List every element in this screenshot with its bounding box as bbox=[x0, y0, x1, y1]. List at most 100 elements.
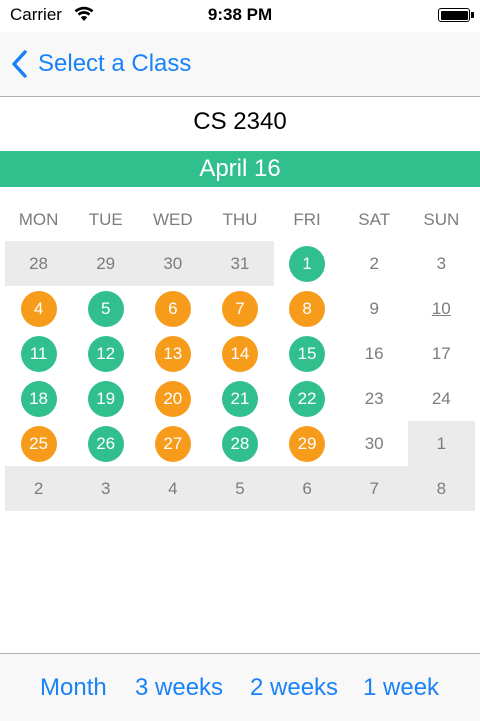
calendar-day-number: 27 bbox=[154, 425, 191, 462]
calendar-day-cell[interactable]: 18 bbox=[5, 376, 72, 421]
calendar-day-cell[interactable]: 3 bbox=[408, 241, 475, 286]
calendar-day-cell[interactable]: 13 bbox=[139, 331, 206, 376]
calendar-day-number: 5 bbox=[87, 290, 124, 327]
calendar-day-cell[interactable]: 31 bbox=[206, 241, 274, 286]
calendar-day-number: 4 bbox=[20, 290, 57, 327]
status-time: 9:38 PM bbox=[207, 5, 273, 24]
calendar-day-cell[interactable]: 28 bbox=[206, 421, 273, 466]
calendar-day-number: 9 bbox=[369, 298, 379, 318]
calendar-day-cell[interactable]: 16 bbox=[341, 331, 408, 376]
calendar-day-cell[interactable]: 23 bbox=[341, 376, 408, 421]
calendar-day-cell[interactable]: 28 bbox=[5, 241, 73, 286]
calendar-day-cell[interactable]: 5 bbox=[206, 466, 274, 511]
weekday-label: TUE bbox=[88, 210, 123, 229]
back-button-label: Select a Class bbox=[38, 50, 192, 77]
calendar-day-number: 2 bbox=[33, 478, 44, 498]
calendar-day-cell[interactable]: 15 bbox=[274, 331, 341, 376]
calendar-day-number: 2 bbox=[369, 253, 379, 273]
calendar-day-number: 3 bbox=[100, 478, 111, 498]
calendar-day-cell[interactable]: 6 bbox=[273, 466, 341, 511]
bottom-toolbar: Month 3 weeks 2 weeks 1 week bbox=[0, 653, 480, 721]
calendar-day-number: 23 bbox=[364, 388, 384, 408]
calendar-day-cell[interactable]: 12 bbox=[72, 331, 139, 376]
calendar-day-cell[interactable]: 7 bbox=[206, 286, 273, 331]
calendar-day-cell[interactable]: 19 bbox=[72, 376, 139, 421]
calendar-day-cell[interactable]: 20 bbox=[139, 376, 206, 421]
calendar-day-number: 28 bbox=[29, 253, 49, 273]
calendar-day-cell[interactable]: 1 bbox=[274, 241, 341, 286]
calendar-day-number: 30 bbox=[364, 433, 384, 453]
calendar-day-cell[interactable]: 29 bbox=[72, 241, 140, 286]
calendar-day-number: 8 bbox=[289, 290, 326, 327]
weekday-label: FRI bbox=[293, 210, 321, 229]
calendar-day-number: 7 bbox=[221, 290, 258, 327]
calendar-day-cell[interactable]: 21 bbox=[206, 376, 273, 421]
calendar-day-cell[interactable]: 9 bbox=[341, 286, 408, 331]
month-view-button[interactable]: Month bbox=[40, 674, 107, 702]
calendar-day-cell[interactable]: 1 bbox=[407, 421, 475, 466]
calendar-day-cell[interactable]: 30 bbox=[341, 421, 408, 466]
calendar-day-number: 19 bbox=[87, 380, 124, 417]
calendar-day-cell[interactable]: 3 bbox=[72, 466, 140, 511]
calendar-day-cell[interactable]: 6 bbox=[139, 286, 206, 331]
calendar-week-row: 2 3 4 5 6 7 8 bbox=[5, 466, 475, 511]
calendar-day-cell[interactable]: 2 bbox=[341, 241, 408, 286]
calendar-day-cell[interactable]: 27 bbox=[139, 421, 206, 466]
calendar-day-cell[interactable]: 2 bbox=[5, 466, 73, 511]
calendar-day-cell[interactable]: 14 bbox=[206, 331, 273, 376]
three-weeks-view-button[interactable]: 3 weeks bbox=[135, 674, 223, 702]
calendar-week-row: 18 19 20 21 22 23 24 bbox=[5, 376, 475, 421]
calendar-day-number: 11 bbox=[20, 335, 57, 372]
calendar-day-number: 20 bbox=[154, 380, 191, 417]
one-week-view-button[interactable]: 1 week bbox=[363, 674, 439, 702]
calendar-day-number: 10 bbox=[431, 298, 451, 318]
calendar-day-cell[interactable]: 8 bbox=[407, 466, 475, 511]
calendar-day-number: 21 bbox=[221, 380, 258, 417]
calendar-day-number: 13 bbox=[154, 335, 191, 372]
navigation-bar: Select a Class bbox=[0, 32, 480, 97]
calendar-day-cell[interactable]: 17 bbox=[408, 331, 475, 376]
calendar-day-cell[interactable]: 24 bbox=[408, 376, 475, 421]
calendar-day-number: 24 bbox=[431, 388, 451, 408]
calendar-day-cell[interactable]: 25 bbox=[5, 421, 72, 466]
weekday-label: MON bbox=[18, 210, 59, 229]
calendar-day-number: 31 bbox=[230, 253, 250, 273]
calendar-day-cell[interactable]: 29 bbox=[274, 421, 341, 466]
calendar-day-number: 15 bbox=[289, 335, 326, 372]
calendar-week-row: 11 12 13 14 15 16 17 bbox=[5, 331, 475, 376]
calendar-day-number: 1 bbox=[436, 433, 447, 453]
calendar-day-number: 8 bbox=[436, 478, 447, 498]
calendar-day-number: 4 bbox=[168, 478, 178, 498]
calendar-day-number: 29 bbox=[289, 425, 326, 462]
status-bar: Carrier 9:38 PM bbox=[0, 0, 480, 32]
calendar-day-cell[interactable]: 10 bbox=[408, 286, 475, 331]
weekday-header: MON TUE WED THU FRI SAT SUN bbox=[5, 210, 475, 230]
calendar-day-cell[interactable]: 30 bbox=[139, 241, 207, 286]
weekday-label: SAT bbox=[358, 210, 391, 229]
battery-tip bbox=[471, 12, 474, 18]
weekday-label: WED bbox=[152, 210, 193, 229]
chevron-left-icon bbox=[12, 50, 27, 78]
calendar-day-cell[interactable]: 26 bbox=[72, 421, 139, 466]
calendar-day-number: 6 bbox=[154, 290, 191, 327]
calendar-day-number: 30 bbox=[163, 253, 183, 273]
calendar-day-cell[interactable]: 22 bbox=[274, 376, 341, 421]
calendar-day-number: 25 bbox=[20, 425, 57, 462]
class-title: CS 2340 bbox=[193, 108, 287, 135]
calendar-day-cell[interactable]: 5 bbox=[72, 286, 139, 331]
calendar-day-cell[interactable]: 8 bbox=[274, 286, 341, 331]
calendar-day-number: 16 bbox=[364, 343, 384, 363]
calendar-day-number: 17 bbox=[431, 343, 451, 363]
month-banner: April 16 bbox=[0, 151, 480, 187]
calendar-day-cell[interactable]: 7 bbox=[340, 466, 408, 511]
calendar-day-cell[interactable]: 4 bbox=[139, 466, 207, 511]
back-button[interactable]: Select a Class bbox=[10, 48, 191, 80]
two-weeks-view-button[interactable]: 2 weeks bbox=[250, 674, 338, 702]
calendar-day-cell[interactable]: 4 bbox=[5, 286, 72, 331]
calendar-day-number: 3 bbox=[436, 253, 447, 273]
calendar-day-cell[interactable]: 11 bbox=[5, 331, 72, 376]
calendar-grid: 28 29 30 31 1 2 3 4 5 6 7 8 9 10 11 12 13 14 15 16 17 18 19 20 2… bbox=[5, 241, 475, 511]
weekday-label: THU bbox=[222, 210, 258, 229]
calendar-day-number: 29 bbox=[96, 253, 116, 273]
calendar-week-row: 25 26 27 28 29 30 1 bbox=[5, 421, 475, 466]
